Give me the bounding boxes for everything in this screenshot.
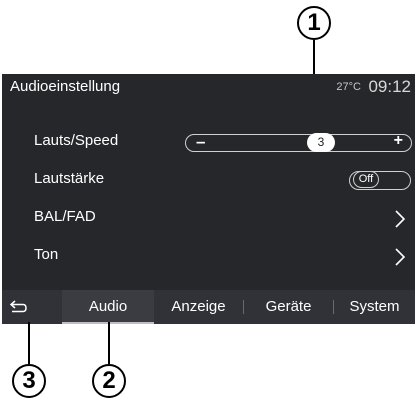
callout-3-line [28, 322, 30, 364]
tab-display-label: Anzeige [171, 298, 226, 315]
chevron-right-icon[interactable] [393, 209, 407, 229]
increase-button[interactable]: + [394, 132, 403, 150]
infotainment-screen: Audioeinstellung 27°C 09:12 Lauts/Speed … [2, 74, 415, 324]
tab-devices-label: Geräte [265, 298, 312, 315]
callout-3: 3 [12, 364, 46, 398]
clock: 09:12 [368, 77, 411, 96]
bal-fad-label: BAL/FAD [34, 208, 96, 225]
page: 1 Audioeinstellung 27°C 09:12 Lauts/Spee… [0, 0, 417, 402]
page-title: Audioeinstellung [10, 78, 121, 95]
decrease-button[interactable]: – [196, 132, 205, 152]
setting-row-volume: Lautstärke Off [2, 162, 415, 198]
chevron-right-icon[interactable] [393, 247, 407, 267]
tab-devices[interactable]: Geräte [244, 290, 333, 324]
volume-toggle[interactable]: Off [349, 171, 411, 190]
tab-system[interactable]: System [334, 290, 415, 324]
speed-volume-label: Lauts/Speed [34, 132, 119, 149]
temperature-readout: 27°C [336, 81, 361, 93]
tab-bar: Audio Anzeige Geräte System [2, 290, 415, 324]
tone-label: Ton [34, 246, 59, 263]
callout-1: 1 [297, 6, 331, 40]
setting-row-tone[interactable]: Ton [2, 238, 415, 274]
speed-volume-slider[interactable]: – 3 + [185, 132, 412, 152]
callout-2-line [108, 322, 110, 364]
header: Audioeinstellung 27°C 09:12 [2, 74, 415, 102]
toggle-state: Off [353, 171, 379, 188]
slider-knob[interactable]: 3 [307, 133, 335, 152]
back-arrow-icon[interactable] [2, 290, 36, 324]
tab-audio-label: Audio [88, 298, 128, 315]
volume-label: Lautstärke [34, 170, 105, 187]
callout-2: 2 [92, 364, 126, 398]
tab-display[interactable]: Anzeige [154, 290, 243, 324]
tab-system-label: System [349, 298, 400, 315]
setting-row-bal-fad[interactable]: BAL/FAD [2, 200, 415, 236]
tab-audio[interactable]: Audio [62, 290, 154, 324]
setting-row-speed-volume: Lauts/Speed – 3 + [2, 124, 415, 160]
